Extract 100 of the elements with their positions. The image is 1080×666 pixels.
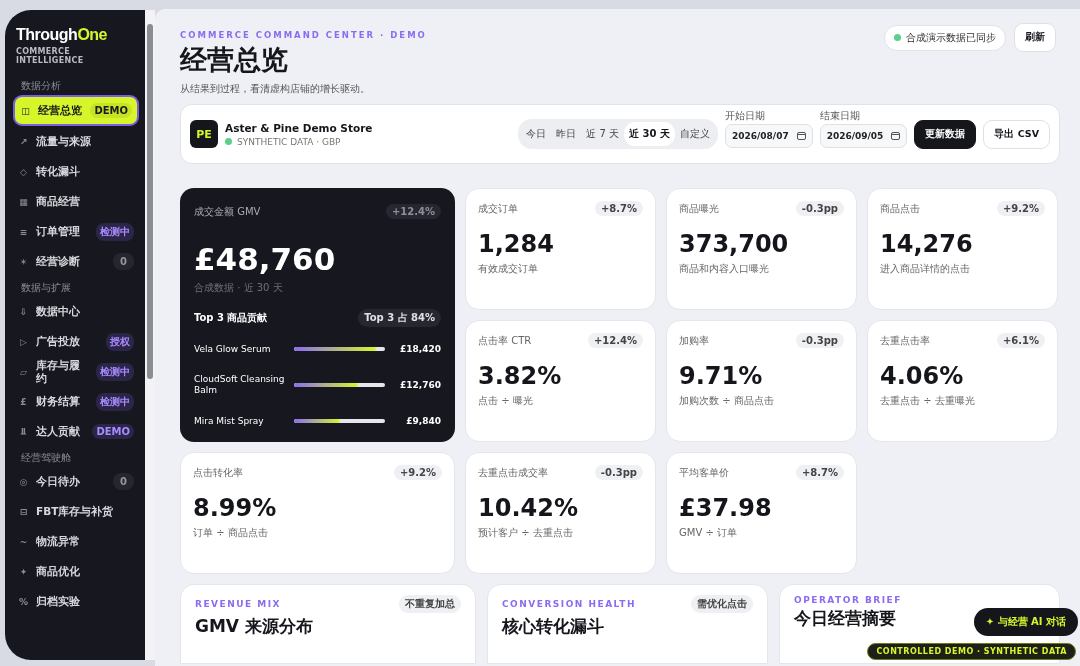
nav-item[interactable]: ⫫ 达人贡献 DEMO bbox=[13, 417, 139, 446]
nav-item[interactable]: ≡ 订单管理 检测中 bbox=[13, 217, 139, 246]
nav-icon: ◇ bbox=[18, 166, 29, 177]
date-label: 开始日期 bbox=[725, 108, 766, 123]
nav-badge: DEMO bbox=[92, 424, 134, 439]
nav-badge: 检测中 bbox=[96, 222, 134, 241]
nav-icon: ⫫ bbox=[18, 426, 29, 437]
nav-item[interactable]: ◎ 今日待办 0 bbox=[13, 467, 139, 496]
kpi-value: 3.82% bbox=[478, 362, 563, 391]
delta-badge: +12.4% bbox=[385, 204, 441, 220]
range-tab[interactable]: 近 7 天 bbox=[581, 122, 625, 147]
nav-icon: ~ bbox=[18, 536, 29, 547]
update-button[interactable]: 更新数据 bbox=[914, 119, 977, 149]
panel-eyebrow: OPERATOR BRIEF bbox=[794, 595, 902, 606]
delta-badge: +9.2% bbox=[996, 201, 1045, 217]
kpi-note: 预计客户 ÷ 去重点击 bbox=[478, 526, 574, 541]
nav-item[interactable]: % 归档实验 bbox=[13, 587, 139, 616]
kpi-value: 4.06% bbox=[880, 362, 965, 391]
range-tab[interactable]: 今日 bbox=[521, 122, 552, 147]
product-name: CloudSoft Cleansing Balm bbox=[194, 373, 286, 398]
nav-icon: ▱ bbox=[18, 366, 29, 377]
product-value: £9,840 bbox=[405, 416, 441, 427]
nav-label: 流量与来源 bbox=[36, 135, 92, 148]
kpi-value: 373,700 bbox=[679, 230, 790, 259]
product-value: £18,420 bbox=[399, 344, 441, 355]
nav-icon: ▦ bbox=[18, 196, 29, 207]
date-field[interactable]: 2026/09/05 bbox=[819, 123, 908, 148]
kpi-note: GMV ÷ 订单 bbox=[679, 526, 738, 541]
kpi-value: £37.98 bbox=[679, 494, 773, 523]
panel-title: 核心转化漏斗 bbox=[502, 615, 604, 639]
ai-chat-button[interactable]: ✦ 与经营 AI 对话 bbox=[973, 608, 1078, 636]
nav-item[interactable]: ~ 物流异常 bbox=[13, 527, 139, 556]
page-subtitle: 从结果到过程，看清虚构店铺的增长驱动。 bbox=[180, 82, 370, 97]
page-title: 经营总览 bbox=[180, 44, 288, 77]
panel-tag: 需优化点击 bbox=[691, 595, 753, 614]
kpi-note: 去重点击 ÷ 去重曝光 bbox=[880, 394, 976, 409]
nav-item[interactable]: ✶ 经营诊断 0 bbox=[13, 247, 139, 276]
kpi-label: 点击转化率 bbox=[193, 465, 243, 480]
nav-section-title: 经营驾驶舱 bbox=[21, 451, 71, 465]
range-tab[interactable]: 近 30 天 bbox=[624, 122, 675, 147]
nav-icon: ⇩ bbox=[18, 306, 29, 317]
delta-badge: +9.2% bbox=[393, 465, 442, 481]
nav-item[interactable]: ◇ 转化漏斗 bbox=[13, 157, 139, 186]
product-name: Mira Mist Spray bbox=[194, 415, 265, 428]
nav-label: 商品优化 bbox=[36, 565, 81, 578]
range-tab[interactable]: 自定义 bbox=[675, 122, 715, 147]
nav-label: 商品经营 bbox=[36, 195, 81, 208]
kpi-note: 点击 ÷ 曝光 bbox=[478, 394, 534, 409]
kpi-value: £48,760 bbox=[194, 241, 337, 278]
panel-title: GMV 来源分布 bbox=[195, 615, 313, 639]
nav-item[interactable]: ⇩ 数据中心 bbox=[13, 297, 139, 326]
nav-icon: ⊟ bbox=[18, 506, 29, 517]
nav-item[interactable]: ▦ 商品经营 bbox=[13, 187, 139, 216]
store-logo: PE bbox=[190, 120, 218, 149]
nav-label: 转化漏斗 bbox=[36, 165, 81, 178]
nav-badge: 0 bbox=[113, 473, 134, 490]
nav-section-title: 数据分析 bbox=[21, 79, 61, 93]
nav-badge: 授权 bbox=[106, 332, 134, 351]
kpi-value: 1,284 bbox=[478, 230, 555, 259]
nav-badge: DEMO bbox=[90, 103, 132, 118]
date-field[interactable]: 2026/08/07 bbox=[725, 123, 813, 148]
nav-item[interactable]: ✦ 商品优化 bbox=[13, 557, 139, 586]
brand-tagline: COMMERCE INTELLIGENCE bbox=[16, 47, 85, 65]
nav-item[interactable]: £ 财务结算 检测中 bbox=[13, 387, 139, 416]
product-value: £12,760 bbox=[399, 380, 441, 391]
nav-item[interactable]: ↗ 流量与来源 bbox=[13, 127, 139, 156]
calendar-icon bbox=[891, 131, 901, 141]
nav-label: FBT库存与补货 bbox=[36, 505, 115, 518]
nav-label: 数据中心 bbox=[36, 305, 81, 318]
nav-label: 订单管理 bbox=[36, 225, 81, 238]
nav-icon: ≡ bbox=[18, 226, 29, 237]
panel-tag: 不重复加总 bbox=[399, 595, 461, 614]
scrollbar[interactable] bbox=[145, 10, 155, 660]
nav-item[interactable]: ⊟ FBT库存与补货 bbox=[13, 497, 139, 526]
kpi-label: 成交金额 GMV bbox=[194, 204, 261, 219]
delta-badge: -0.3pp bbox=[795, 333, 844, 349]
nav-label: 达人贡献 bbox=[36, 425, 81, 438]
date-label: 结束日期 bbox=[819, 108, 861, 123]
nav-badge: 检测中 bbox=[96, 362, 134, 381]
kpi-label: 去重点击率 bbox=[880, 333, 930, 348]
nav-label: 今日待办 bbox=[36, 475, 81, 488]
nav-icon: ▷ bbox=[18, 336, 29, 347]
range-tab[interactable]: 昨日 bbox=[551, 122, 582, 147]
kpi-label: 平均客单价 bbox=[679, 465, 729, 480]
export-button[interactable]: 导出 CSV bbox=[983, 119, 1050, 149]
kpi-note: 订单 ÷ 商品点击 bbox=[193, 526, 269, 541]
share-badge: Top 3 占 84% bbox=[358, 309, 441, 328]
brand-logo: ThroughOne bbox=[16, 26, 107, 44]
nav-icon: £ bbox=[18, 396, 29, 407]
nav-label: 经营诊断 bbox=[36, 255, 81, 268]
store-name: Aster & Pine Demo Store bbox=[225, 121, 373, 134]
kpi-label: 加购率 bbox=[679, 333, 709, 348]
sync-status: 合成演示数据已同步 bbox=[884, 24, 1006, 51]
delta-badge: -0.3pp bbox=[795, 201, 844, 217]
nav-label: 物流异常 bbox=[36, 535, 81, 548]
nav-item[interactable]: ▷ 广告投放 授权 bbox=[13, 327, 139, 356]
refresh-button[interactable]: 刷新 bbox=[1014, 23, 1056, 52]
kpi-note: 进入商品详情的点击 bbox=[880, 262, 971, 277]
delta-badge: +8.7% bbox=[594, 201, 643, 217]
nav-item[interactable]: ◫ 经营总览 DEMO bbox=[13, 95, 139, 126]
